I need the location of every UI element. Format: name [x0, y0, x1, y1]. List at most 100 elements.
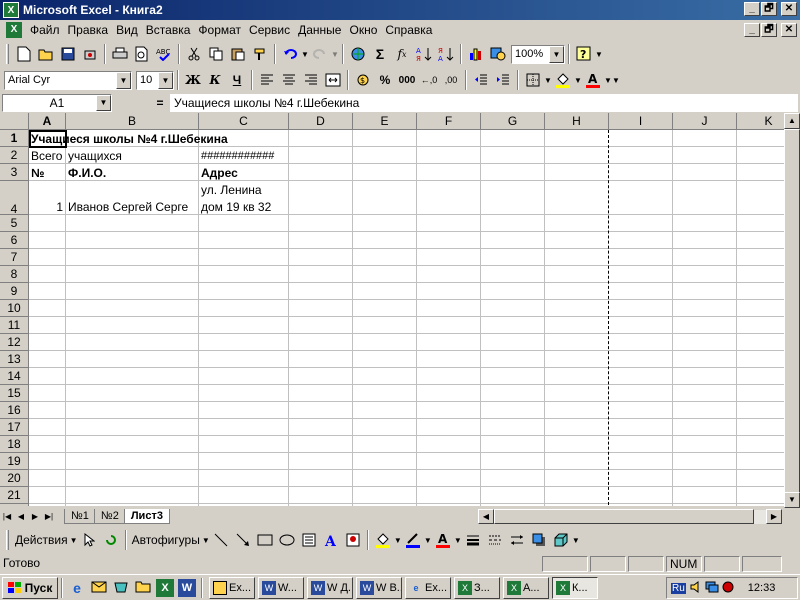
sort-ascending-icon[interactable]: АЯ — [413, 43, 435, 65]
toolbar-grip[interactable] — [6, 530, 9, 550]
paste-icon[interactable] — [227, 43, 249, 65]
font-name-dropdown-icon[interactable]: ▼ — [116, 71, 131, 89]
scroll-down-icon[interactable]: ▼ — [784, 492, 800, 508]
new-file-icon[interactable] — [13, 43, 35, 65]
column-header-b[interactable]: B — [66, 113, 199, 130]
redo-dropdown-icon[interactable]: ▼ — [331, 50, 339, 59]
thousands-button[interactable]: 000 — [396, 69, 418, 91]
row-header-17[interactable]: 17 — [0, 419, 29, 436]
cell-a2[interactable]: Всего — [29, 148, 64, 164]
wordart-icon[interactable]: A — [320, 529, 342, 551]
folder-icon[interactable] — [134, 579, 152, 597]
cell-b2[interactable]: учащихся — [66, 148, 124, 164]
cell-c3[interactable]: Адрес — [199, 165, 240, 181]
undo-icon[interactable] — [279, 43, 301, 65]
fill-color-icon[interactable] — [552, 69, 574, 91]
word-quicklaunch-icon[interactable]: W — [178, 578, 196, 597]
font-color-draw-dropdown-icon[interactable]: ▼ — [454, 536, 462, 545]
chart-wizard-icon[interactable] — [465, 43, 487, 65]
row-header-14[interactable]: 14 — [0, 368, 29, 385]
outlook-express-icon[interactable] — [90, 579, 108, 597]
column-header-j[interactable]: J — [673, 113, 737, 130]
scroll-up-icon[interactable]: ▲ — [784, 113, 800, 129]
menu-tools[interactable]: Сервис — [245, 23, 294, 37]
row-header-5[interactable]: 5 — [0, 215, 29, 232]
zoom-dropdown-icon[interactable]: ▼ — [549, 45, 564, 63]
network-icon[interactable] — [705, 581, 719, 596]
row-header-1[interactable]: 1 — [0, 130, 29, 147]
row-header-15[interactable]: 15 — [0, 385, 29, 402]
row-header-18[interactable]: 18 — [0, 436, 29, 453]
save-icon[interactable] — [57, 43, 79, 65]
row-header-3[interactable]: 3 — [0, 164, 29, 181]
dash-style-icon[interactable] — [484, 529, 506, 551]
free-rotate-icon[interactable] — [100, 529, 122, 551]
align-left-icon[interactable] — [256, 69, 278, 91]
close-button[interactable]: ✕ — [781, 2, 797, 16]
task-excel-active[interactable]: X К... — [552, 576, 598, 599]
arrow-icon[interactable] — [232, 529, 254, 551]
font-color-icon[interactable]: A — [582, 69, 604, 91]
task-explorer-2[interactable]: e Ex... — [405, 576, 451, 599]
borders-icon[interactable] — [522, 69, 544, 91]
row-header-12[interactable]: 12 — [0, 334, 29, 351]
permission-icon[interactable] — [79, 43, 101, 65]
font-color-draw-icon[interactable]: A — [432, 529, 454, 551]
language-indicator[interactable]: Ru — [671, 582, 686, 594]
column-header-d[interactable]: D — [289, 113, 353, 130]
vertical-scrollbar[interactable]: ▲ ▼ — [784, 113, 800, 508]
row-header-9[interactable]: 9 — [0, 283, 29, 300]
3d-icon[interactable] — [550, 529, 572, 551]
menu-insert[interactable]: Вставка — [142, 23, 195, 37]
next-sheet-icon[interactable]: ▶ — [28, 510, 42, 524]
drawing-toggle-icon[interactable] — [487, 43, 509, 65]
undo-dropdown-icon[interactable]: ▼ — [301, 50, 309, 59]
column-header-g[interactable]: G — [481, 113, 545, 130]
row-header-20[interactable]: 20 — [0, 470, 29, 487]
name-box-dropdown-icon[interactable]: ▼ — [96, 95, 111, 111]
line-style-icon[interactable] — [462, 529, 484, 551]
autoshapes-menu[interactable]: Автофигуры — [130, 533, 202, 547]
column-header-a[interactable]: A — [29, 113, 66, 130]
copy-icon[interactable] — [205, 43, 227, 65]
column-header-c[interactable]: C — [199, 113, 289, 130]
shadow-icon[interactable] — [528, 529, 550, 551]
line-color-dropdown-icon[interactable]: ▼ — [424, 536, 432, 545]
sheet-tab-1[interactable]: №1 — [64, 509, 96, 524]
sheet-tab-2[interactable]: №2 — [93, 509, 126, 524]
row-header-10[interactable]: 10 — [0, 300, 29, 317]
column-header-f[interactable]: F — [417, 113, 481, 130]
worksheet-grid[interactable]: A B C D E F G H I J K 1 2 3 4 5 6 7 8 9 … — [0, 113, 784, 506]
help-icon[interactable]: ? — [573, 43, 595, 65]
print-preview-icon[interactable] — [131, 43, 153, 65]
percent-button[interactable]: % — [374, 69, 396, 91]
line-icon[interactable] — [210, 529, 232, 551]
row-header-11[interactable]: 11 — [0, 317, 29, 334]
column-header-h[interactable]: H — [545, 113, 609, 130]
fill-color-draw-dropdown-icon[interactable]: ▼ — [394, 536, 402, 545]
cell-c4-line2[interactable]: дом 19 кв 32 — [199, 199, 273, 215]
task-word-1[interactable]: W W... — [258, 576, 304, 599]
format-toolbar-options-icon[interactable]: ▼ — [612, 76, 620, 85]
insert-function-icon[interactable]: fx — [391, 43, 413, 65]
autoshapes-dropdown-icon[interactable]: ▼ — [202, 536, 210, 545]
merge-center-icon[interactable] — [322, 69, 344, 91]
font-size-combo[interactable]: 10 ▼ — [136, 70, 174, 90]
align-right-icon[interactable] — [300, 69, 322, 91]
increase-indent-icon[interactable] — [492, 69, 514, 91]
cell-c2[interactable]: ############ — [199, 148, 276, 164]
cut-icon[interactable] — [183, 43, 205, 65]
toolbar-options-icon[interactable]: ▼ — [595, 50, 603, 59]
row-header-4[interactable]: 4 — [0, 181, 29, 216]
row-header-21[interactable]: 21 — [0, 487, 29, 504]
column-header-e[interactable]: E — [353, 113, 417, 130]
name-box[interactable]: A1 ▼ — [2, 94, 112, 112]
doc-close-button[interactable]: ✕ — [781, 23, 797, 37]
actions-menu[interactable]: Действия — [13, 533, 70, 547]
menu-file[interactable]: Файл — [26, 23, 64, 37]
cell-a3[interactable]: № — [29, 165, 46, 181]
sort-descending-icon[interactable]: ЯА — [435, 43, 457, 65]
decrease-indent-icon[interactable] — [470, 69, 492, 91]
task-excel-1[interactable]: X З... — [454, 576, 500, 599]
print-icon[interactable] — [109, 43, 131, 65]
